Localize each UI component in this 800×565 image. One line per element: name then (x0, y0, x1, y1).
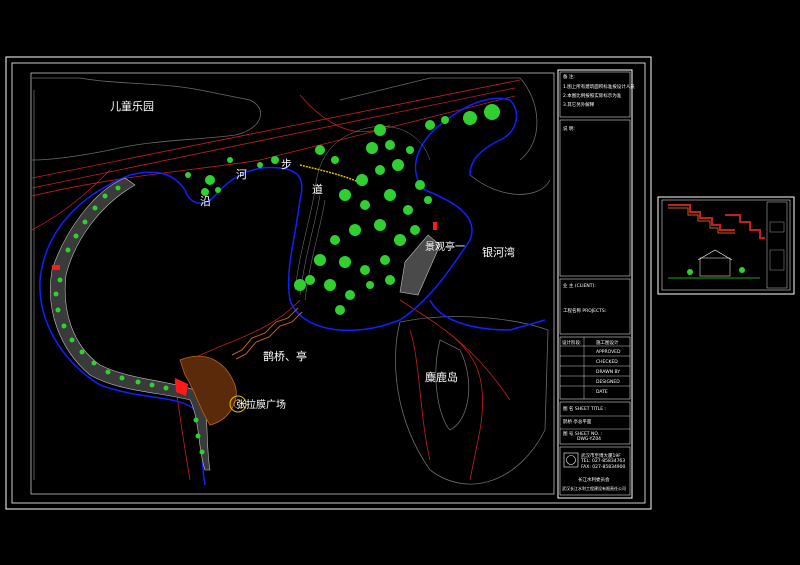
firm-address-2: TEL: 027-85834763 (581, 459, 626, 464)
sheet-title-value: 鹊桥 亭总平面 (563, 420, 592, 425)
label-membrane-plaza: 张拉膜广场 (236, 400, 286, 411)
notes-heading: 备 注: (563, 75, 575, 80)
designed-label: DESIGNED (596, 380, 620, 385)
client-label: 业 主 (CLIENT): (563, 284, 596, 289)
cad-drawing-sheet (5, 56, 795, 510)
sheet-thumbnail (657, 196, 795, 295)
label-milky-bay: 银河湾 (482, 246, 515, 259)
firm-name: 长江水利委员会 (578, 478, 610, 483)
yellow-path (299, 164, 366, 186)
firm-address-3: FAX: 027-85834900 (581, 465, 626, 470)
design-stage-label: 设计阶段: (562, 341, 582, 346)
label-view-pavilion: 景观亭一 (425, 242, 465, 253)
sheet-title-label: 图 名 SHEET TITLE : (563, 407, 607, 412)
label-children-park: 儿童乐园 (110, 100, 154, 113)
label-walkway-2: 河 (236, 168, 247, 181)
firm-logo (563, 452, 579, 468)
label-walkway-1: 沿 (200, 195, 211, 208)
remark-heading: 说 明: (563, 127, 575, 132)
note-1: 1.图上所有建筑面积标准按设计人员 (563, 85, 635, 90)
firm-subtitle: 武汉长江水利工程建设有限责任公司 (562, 486, 626, 491)
road-lines (31, 79, 521, 481)
drawn-label: DRAWN BY (596, 370, 621, 375)
sheet-no-value: DWG-YZ04 (577, 437, 602, 442)
project-label: 工程名称 PROJECTS: (563, 309, 607, 314)
label-bridge-pavilion: 鹊桥、亭 (263, 350, 307, 363)
note-2: 2.本图比例按照实际标示为准 (563, 94, 622, 99)
left-walkway (50, 177, 211, 471)
checked-label: CHECKED (596, 360, 618, 365)
drawing-frame (30, 72, 555, 495)
approved-label: APPROVED (596, 350, 621, 355)
label-walkway-4: 道 (312, 183, 323, 196)
land-contours (31, 77, 551, 485)
label-deer-island: 麋鹿岛 (425, 371, 458, 384)
date-label: DATE (596, 390, 608, 395)
water-edges (39, 97, 546, 486)
note-3: 3.其它另外解释 (563, 103, 595, 108)
design-stage-value: 施工图设计 (596, 341, 619, 346)
label-walkway-3: 步 (281, 158, 292, 171)
pavilion-marker (433, 222, 437, 230)
